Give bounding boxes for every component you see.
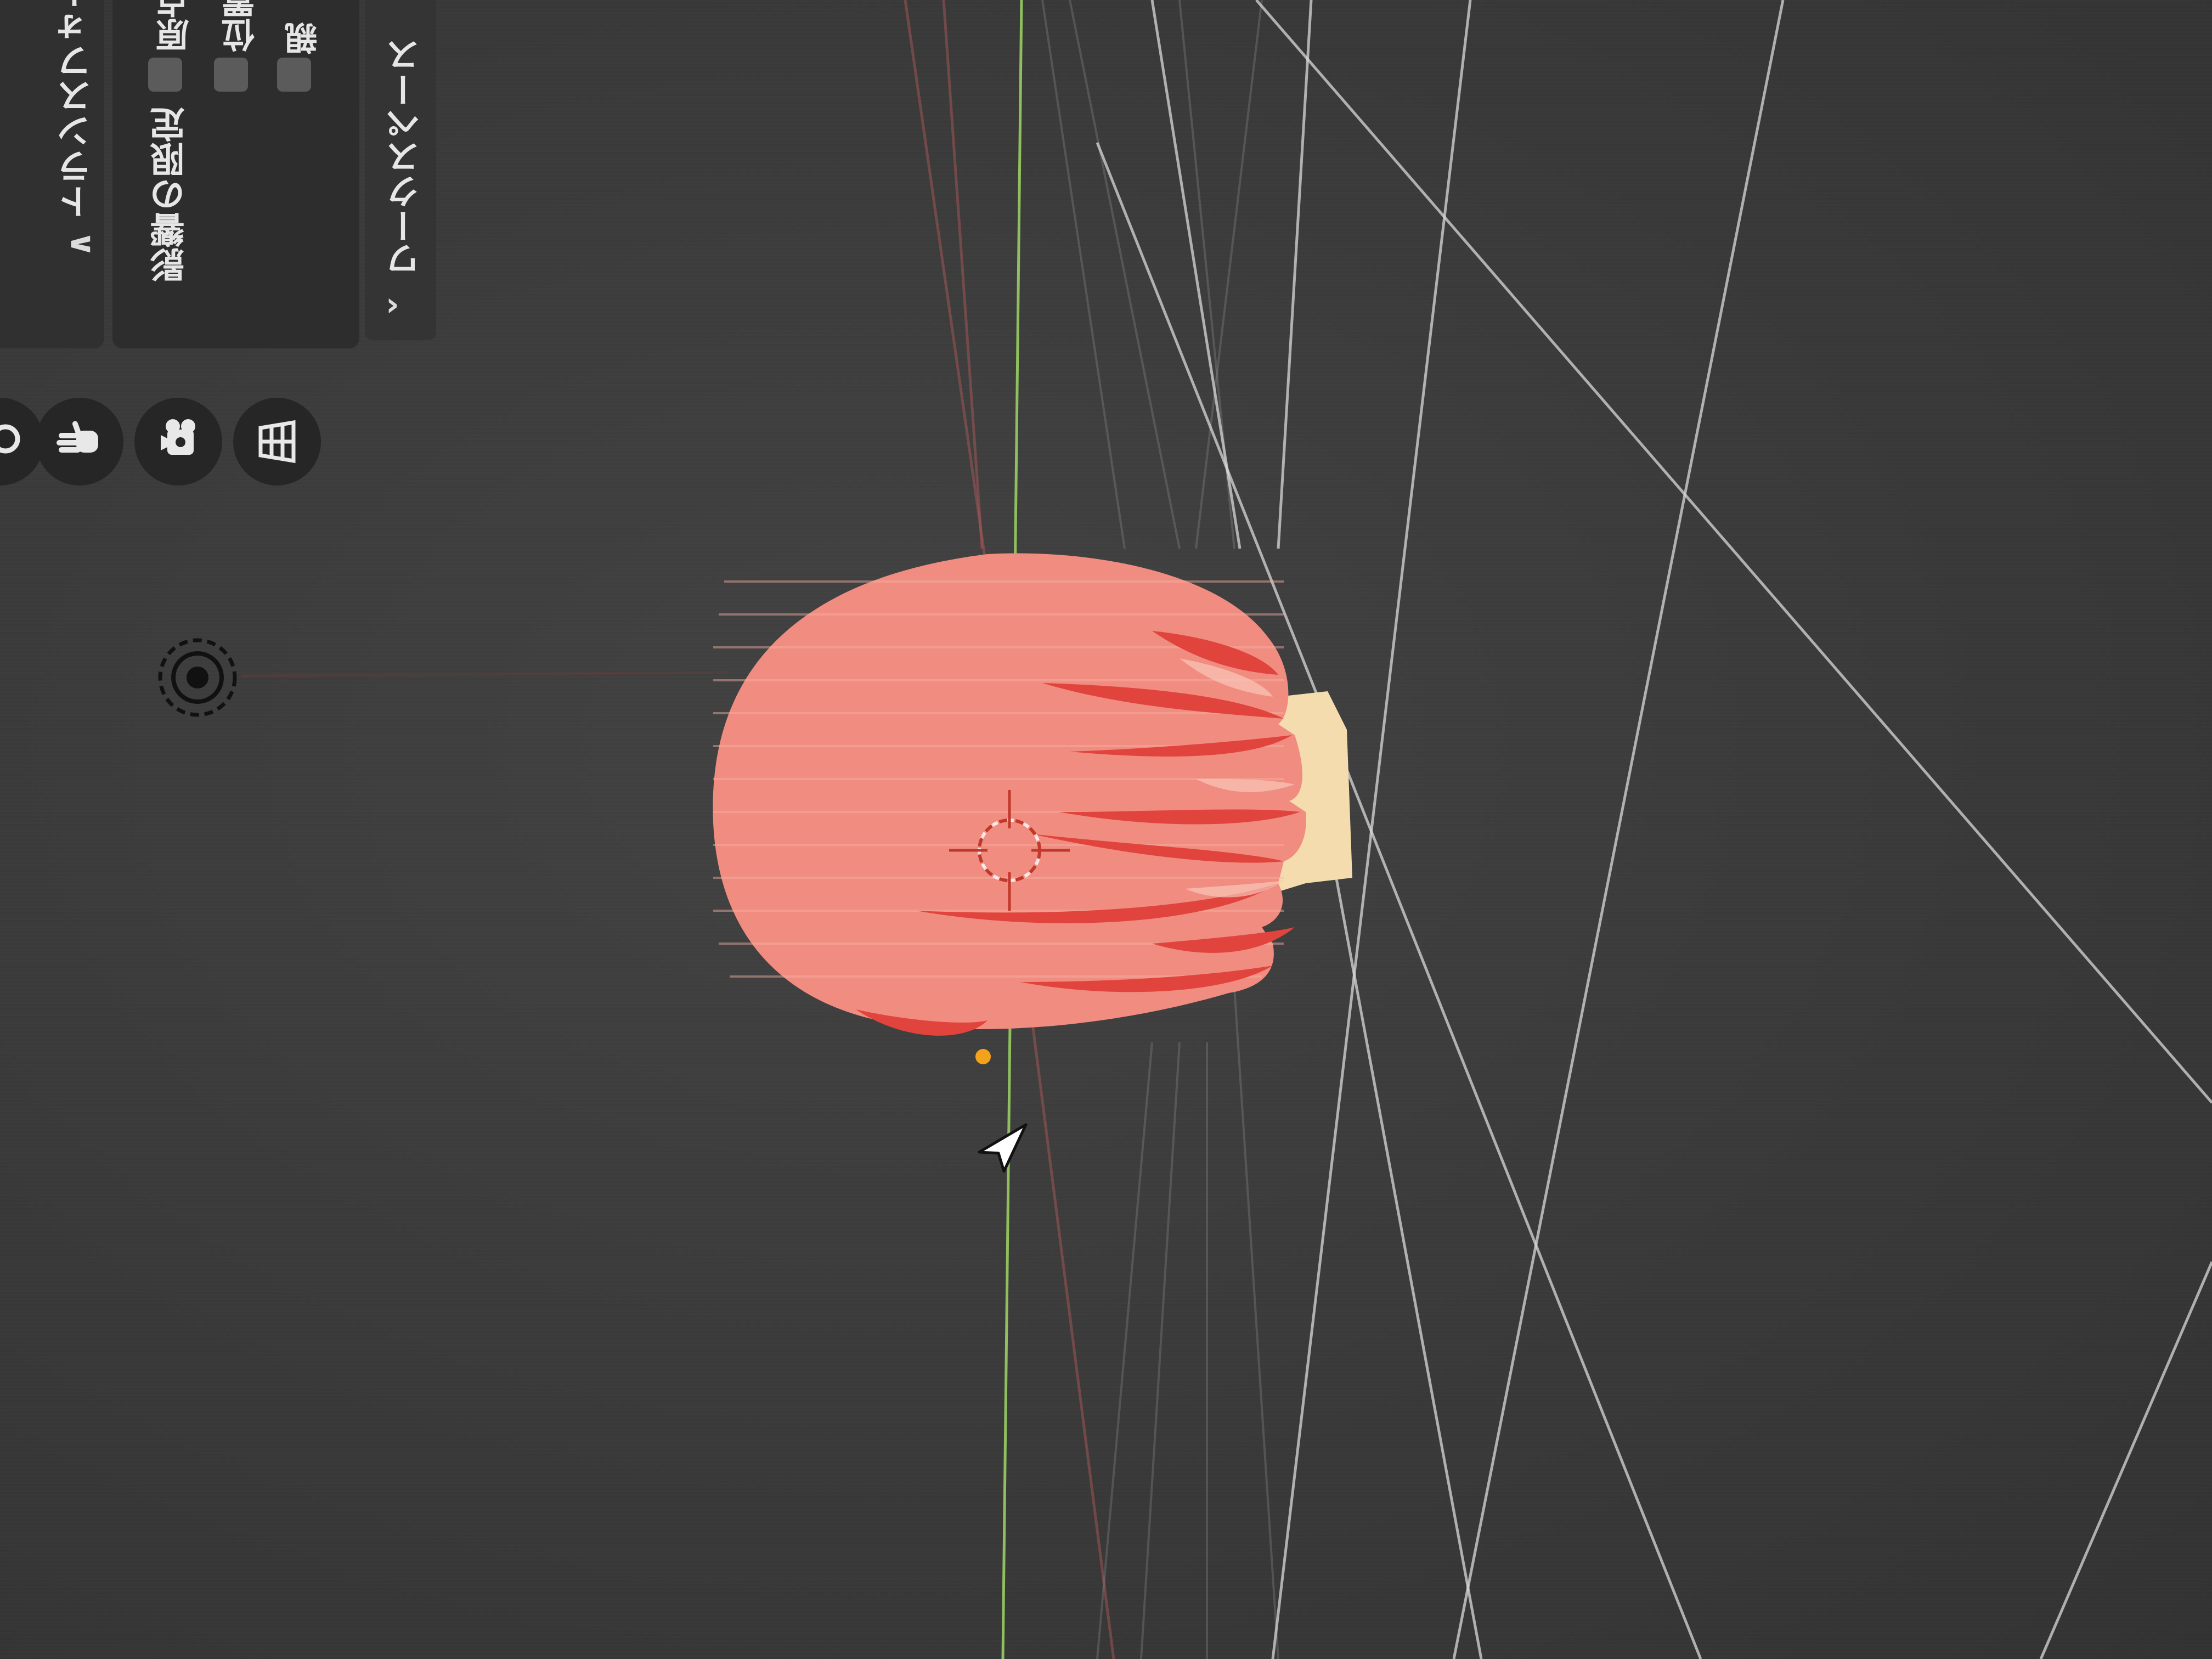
object-origin-dot xyxy=(975,1049,991,1064)
mouse-pointer-icon xyxy=(978,1123,1028,1173)
origin-checkbox[interactable] xyxy=(148,58,182,92)
workspace-expand-chevron[interactable]: › xyxy=(386,285,399,324)
3d-cursor-icon xyxy=(949,790,1070,911)
location-checkbox[interactable] xyxy=(214,58,248,92)
parent-option-label: 親 xyxy=(285,22,323,55)
pan-button[interactable] xyxy=(36,398,123,486)
workspace-section[interactable]: ワークスペース › xyxy=(365,0,436,340)
location-option-label: 位置 xyxy=(221,0,261,52)
light-icon[interactable] xyxy=(154,634,241,721)
grid-icon xyxy=(258,420,296,464)
workspace-header[interactable]: ワークスペース xyxy=(381,38,431,276)
transform-expand-chevron[interactable]: ∨ xyxy=(63,231,101,258)
camera-icon xyxy=(161,419,195,455)
magnifier-icon xyxy=(0,424,20,454)
origin-option-label: 原点 xyxy=(155,0,195,52)
3d-viewport[interactable]: ∨ トランスフォーム 影響の限定 原点 位置 親 ワークスペース › xyxy=(0,0,2212,1659)
perspective-toggle-button[interactable] xyxy=(233,398,321,486)
options-panel: ∨ トランスフォーム 影響の限定 原点 位置 親 xyxy=(57,0,359,348)
affect-only-label: 影響の限定 xyxy=(150,107,191,283)
hand-icon xyxy=(57,421,98,453)
parent-checkbox[interactable] xyxy=(277,58,311,92)
transform-header[interactable]: トランスフォーム xyxy=(52,0,103,219)
horizontal-axis-line xyxy=(241,671,730,678)
camera-view-button[interactable] xyxy=(134,398,222,486)
